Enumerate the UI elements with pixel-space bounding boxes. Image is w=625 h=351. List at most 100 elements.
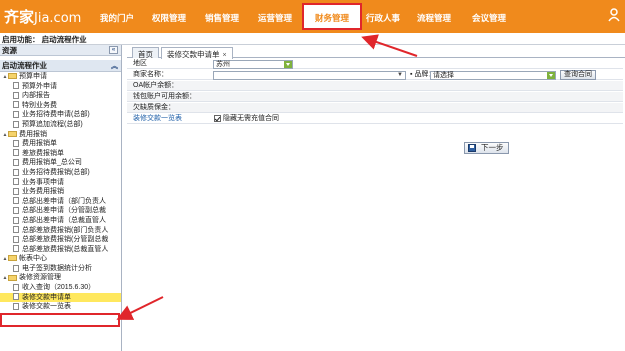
region-select[interactable]: 苏州: [213, 60, 293, 69]
document-icon: [13, 264, 19, 272]
tree-item[interactable]: 预算外申请: [0, 82, 121, 92]
payment-list-link[interactable]: 装修交款一览表: [133, 114, 182, 124]
merchant-select[interactable]: ▼: [213, 71, 406, 80]
tree-item[interactable]: 电子签到数据统计分析: [0, 264, 121, 274]
document-icon: [13, 139, 19, 147]
tree-folder[interactable]: ▲ 费用报销: [0, 130, 121, 140]
process-tree: ▲ 预算申请 预算外申请 内部报告 特别业务费 业务招待费申请(总部) 预算追加流程(总部)…: [0, 72, 121, 312]
document-icon: [13, 120, 19, 128]
tree-item-label: 业务费用报销: [22, 188, 64, 196]
hide-option-label: 隐藏无需充值合同: [223, 115, 279, 122]
tab-payment-request[interactable]: 装修交款申请单 ×: [161, 47, 233, 59]
tree-item[interactable]: 预算追加流程(总部): [0, 120, 121, 130]
tree-item[interactable]: 费用报销单_总公司: [0, 158, 121, 168]
document-icon: [13, 226, 19, 234]
oa-balance-label: OA帐户余额：: [133, 82, 179, 89]
form-row-options: 装修交款一览表 隐藏无需充值合同: [127, 114, 623, 125]
sidebar-header-resources: 资源 «: [0, 45, 121, 56]
nav-meeting[interactable]: 会议管理: [472, 12, 506, 24]
document-icon: [13, 159, 19, 166]
top-navbar: 齐家Jia.com 我的门户 权限管理 销售管理 运营管理 财务管理 行政人事 …: [0, 0, 625, 33]
deficit-label: 欠缺质保金：: [133, 104, 175, 111]
tree-item-label: 费用报销单: [22, 140, 57, 148]
tree-item[interactable]: 总部出差申请（分管副总裁: [0, 206, 121, 216]
logo[interactable]: 齐家Jia.com: [4, 6, 81, 27]
tree-item[interactable]: 费用报销单: [0, 139, 121, 149]
collapse-up-icon[interactable]: ︽: [111, 61, 118, 71]
document-icon: [13, 197, 19, 205]
tree-item[interactable]: 总部差旅费报销(分管副总裁: [0, 235, 121, 245]
document-icon: [13, 111, 19, 119]
nav-permission[interactable]: 权限管理: [152, 12, 186, 24]
tree-item-label: 装修交款申请单: [22, 293, 71, 301]
tree-folder[interactable]: ▲ 帐表中心: [0, 254, 121, 264]
logo-main: 齐家: [4, 8, 35, 26]
tree-folder[interactable]: ▲ 预算申请: [0, 72, 121, 82]
tree-item[interactable]: 业务招待费报销(总部): [0, 168, 121, 178]
sidebar-header-label: 资源: [2, 46, 17, 55]
sidebar: 资源 « 启动流程作业 ︽ ▲ 预算申请 预算外申请 内部报告 特别业务费 业务招待费申请…: [0, 45, 122, 351]
nav-process[interactable]: 流程管理: [417, 12, 451, 24]
brand-value: 请选择: [433, 72, 454, 79]
tree-item-label: 总部出差申请（分管副总裁: [22, 207, 106, 215]
merchant-label: 商家名称：: [133, 71, 168, 78]
document-icon: [13, 149, 19, 157]
user-icon[interactable]: [608, 8, 620, 22]
logo-sub: Jia.com: [34, 11, 82, 26]
next-step-label: 下一步: [481, 143, 504, 152]
close-icon[interactable]: ×: [223, 52, 227, 59]
dropdown-icon[interactable]: [547, 72, 555, 79]
folder-icon: [8, 73, 17, 80]
form-row-region: 地区 苏州: [127, 59, 623, 70]
next-step-button[interactable]: 下一步: [464, 142, 509, 154]
query-contract-button[interactable]: 查询合同: [560, 70, 596, 80]
save-icon: [468, 144, 476, 152]
hide-checkbox[interactable]: [214, 114, 221, 122]
tree-item[interactable]: 特别业务费: [0, 101, 121, 111]
nav-finance[interactable]: 财务管理: [302, 3, 362, 30]
sidebar-section-label: 启动流程作业: [2, 61, 47, 70]
tree-item[interactable]: 业务事项申请: [0, 178, 121, 188]
tree-item-label: 预算申请: [19, 73, 47, 80]
function-label: 启用功能： 启动流程作业: [2, 35, 87, 44]
brand-select[interactable]: 请选择: [430, 71, 556, 80]
tree-item-label: 费用报销: [19, 130, 47, 138]
tree-item[interactable]: 业务费用报销: [0, 187, 121, 197]
nav-my-portal[interactable]: 我的门户: [100, 12, 134, 24]
chevron-down-icon[interactable]: ▼: [397, 72, 403, 79]
document-icon: [13, 293, 19, 301]
main-panel: 首页 装修交款申请单 × 地区 苏州 商家名称： ▼ ▪ 品牌： 请选择 查询合同…: [127, 45, 625, 351]
region-label: 地区: [133, 60, 147, 67]
tree-item-label: 收入查询（2015.6.30）: [22, 284, 96, 292]
tree-folder[interactable]: ▲ 装修资源管理: [0, 273, 121, 283]
document-icon: [13, 216, 19, 224]
tree-item[interactable]: 装修交款申请单: [0, 292, 121, 303]
nav-sales[interactable]: 销售管理: [205, 12, 239, 24]
tree-item[interactable]: 差旅费报销单: [0, 149, 121, 159]
tree-item-label: 总部出差申请（总裁直管人: [22, 216, 106, 224]
collapse-icon[interactable]: «: [109, 46, 118, 54]
tree-item[interactable]: 内部报告: [0, 91, 121, 101]
tree-item-label: 差旅费报销单: [22, 149, 64, 157]
nav-admin-hr[interactable]: 行政人事: [366, 12, 400, 24]
document-icon: [13, 245, 19, 253]
tree-item[interactable]: 业务招待费申请(总部): [0, 110, 121, 120]
nav-operations[interactable]: 运营管理: [258, 12, 292, 24]
function-bar: 启用功能： 启动流程作业: [0, 33, 625, 45]
tree-item[interactable]: 总部差旅费报销(总裁直管人: [0, 245, 121, 255]
tree-item[interactable]: 总部出差申请（部门负责人: [0, 197, 121, 207]
tree-item-label: 总部差旅费报销(部门负责人: [22, 226, 109, 234]
tree-item[interactable]: 总部出差申请（总裁直管人: [0, 216, 121, 226]
tree-item[interactable]: 装修交款一览表: [0, 302, 121, 312]
tree-item[interactable]: 总部差旅费报销(部门负责人: [0, 226, 121, 236]
form-row-merchant: 商家名称： ▼ ▪ 品牌： 请选择 查询合同: [127, 70, 623, 81]
dropdown-icon[interactable]: [284, 61, 292, 68]
tab-home[interactable]: 首页: [132, 47, 159, 59]
tree-item-label: 预算追加流程(总部): [22, 120, 83, 128]
document-icon: [13, 101, 19, 109]
tree-item[interactable]: 收入查询（2015.6.30）: [0, 283, 121, 293]
tree-item-label: 特别业务费: [22, 101, 57, 109]
form-row-wallet-balance: 钱包账户可用余额：: [127, 92, 623, 103]
hide-option[interactable]: 隐藏无需充值合同: [214, 114, 279, 124]
wallet-balance-label: 钱包账户可用余额：: [133, 93, 196, 100]
